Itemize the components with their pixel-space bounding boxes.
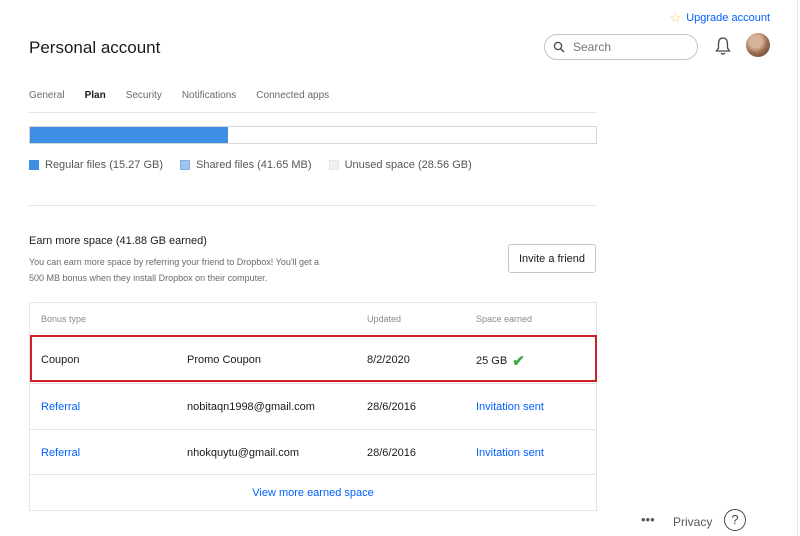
row2-invitation-link[interactable]: Invitation sent — [476, 401, 544, 413]
more-options-icon[interactable]: ••• — [641, 512, 655, 527]
legend-unused-label: Unused space (28.56 GB) — [344, 159, 472, 171]
account-tabs: General Plan Security Notifications Conn… — [29, 90, 349, 107]
earned-space-table: Bonus type Updated Space earned Coupon P… — [29, 302, 597, 511]
help-icon[interactable]: ? — [724, 509, 746, 531]
row3-updated: 28/6/2016 — [367, 447, 416, 459]
page-edge-divider — [797, 0, 798, 536]
tab-notifications[interactable]: Notifications — [182, 90, 236, 107]
highlight-box — [30, 335, 597, 382]
legend-shared: Shared files (41.65 MB) — [180, 159, 312, 171]
bell-icon[interactable] — [714, 36, 732, 56]
legend-regular: Regular files (15.27 GB) — [29, 159, 163, 171]
legend-regular-label: Regular files (15.27 GB) — [45, 159, 163, 171]
storage-bar — [29, 126, 597, 144]
header-space-earned: Space earned — [476, 314, 533, 324]
invite-friend-button[interactable]: Invite a friend — [508, 244, 596, 273]
row2-updated: 28/6/2016 — [367, 401, 416, 413]
row2-detail: nobitaqn1998@gmail.com — [187, 401, 315, 413]
header-updated: Updated — [367, 314, 402, 324]
search-input[interactable] — [571, 39, 685, 55]
page-title: Personal account — [29, 38, 161, 57]
legend-unused: Unused space (28.56 GB) — [328, 159, 472, 171]
earn-title: Earn more space (41.88 GB earned) — [29, 235, 207, 247]
tab-connected-apps[interactable]: Connected apps — [256, 90, 329, 107]
row3-invitation-link[interactable]: Invitation sent — [476, 447, 544, 459]
section-divider — [29, 205, 597, 206]
storage-legend: Regular files (15.27 GB) Shared files (4… — [29, 159, 489, 171]
storage-bar-regular-fill — [30, 127, 229, 143]
view-more-earned-space-link[interactable]: View more earned space — [30, 487, 596, 499]
shared-swatch — [180, 160, 190, 170]
row-divider — [30, 383, 596, 384]
earn-description: You can earn more space by referring you… — [29, 257, 320, 283]
star-icon: ☆ — [669, 10, 682, 25]
upgrade-label: Upgrade account — [686, 11, 770, 24]
privacy-link[interactable]: Privacy — [673, 515, 712, 529]
row3-type-link[interactable]: Referral — [41, 447, 80, 459]
row-divider — [30, 474, 596, 475]
header-bonus-type: Bonus type — [41, 314, 87, 324]
search-icon — [553, 41, 565, 53]
regular-swatch — [29, 160, 39, 170]
tabs-divider — [29, 112, 597, 113]
upgrade-account-link[interactable]: ☆ Upgrade account — [670, 11, 770, 24]
search-box[interactable] — [544, 34, 698, 60]
row2-type-link[interactable]: Referral — [41, 401, 80, 413]
tab-general[interactable]: General — [29, 90, 65, 107]
legend-shared-label: Shared files (41.65 MB) — [196, 159, 312, 171]
avatar[interactable] — [746, 33, 770, 57]
row3-detail: nhokquytu@gmail.com — [187, 447, 300, 459]
unused-swatch — [328, 160, 339, 170]
tab-security[interactable]: Security — [126, 90, 162, 107]
row-divider — [30, 429, 596, 430]
tab-plan[interactable]: Plan — [85, 90, 106, 107]
